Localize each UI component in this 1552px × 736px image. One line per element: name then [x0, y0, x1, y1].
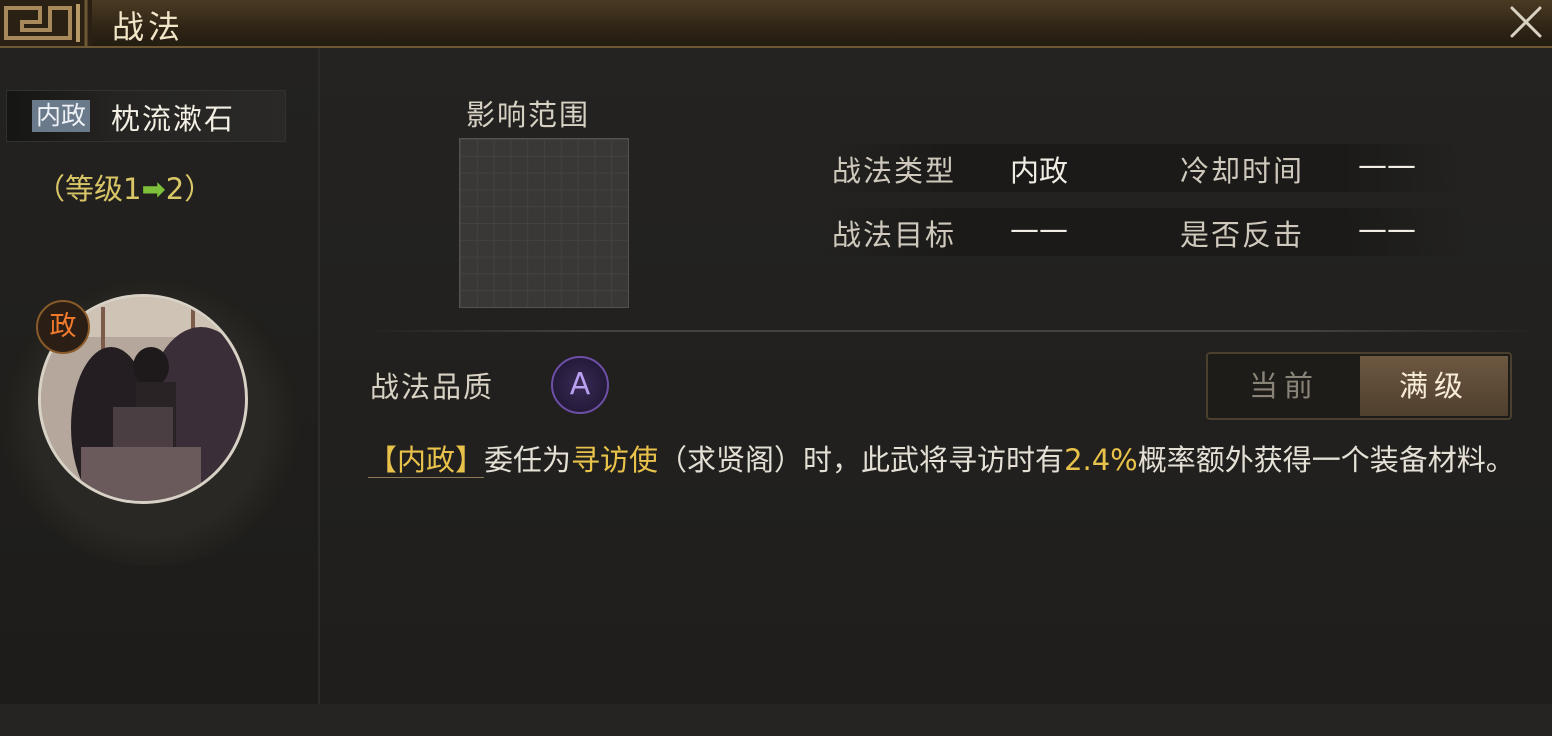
skill-info-panel: 内政 枕流漱石 （等级1➡2） 政 — [0, 48, 320, 704]
description-part1: 委任为 — [484, 443, 572, 477]
level-close: ） — [184, 172, 214, 206]
level-open: （等级 — [36, 172, 124, 206]
skill-target-label: 战法目标 — [832, 218, 957, 252]
cooldown-value: —— — [1358, 148, 1416, 182]
skill-type-value: 内政 — [1010, 154, 1069, 188]
skill-description: 【内政】委任为寻访使（求贤阁）时，此武将寻访时有2.4%概率额外获得一个装备材料… — [368, 436, 1528, 484]
description-highlight2: 2.4% — [1064, 443, 1138, 477]
title-ornament-icon — [0, 0, 92, 46]
quality-grade-badge: A — [551, 356, 609, 414]
description-highlight1: 寻访使 — [571, 443, 659, 477]
close-icon[interactable] — [1506, 2, 1546, 42]
divider — [360, 330, 1540, 332]
toggle-max-level-button[interactable]: 满级 — [1360, 356, 1508, 416]
title-bar: 战法 — [0, 0, 1552, 48]
level-toggle: 当前 满级 — [1206, 352, 1512, 420]
skill-name-box: 内政 枕流漱石 — [6, 90, 286, 142]
skill-level-upgrade: （等级1➡2） — [36, 166, 213, 208]
politics-badge: 政 — [36, 300, 90, 354]
description-part2: （求贤阁）时，此武将寻访时有 — [658, 443, 1065, 477]
arrow-right-icon: ➡ — [141, 172, 166, 206]
skill-type-label: 战法类型 — [832, 154, 957, 188]
range-label: 影响范围 — [466, 98, 591, 132]
counter-label: 是否反击 — [1180, 218, 1305, 252]
skill-target-value: —— — [1010, 212, 1068, 246]
toggle-current-button[interactable]: 当前 — [1210, 356, 1358, 416]
counter-value: —— — [1358, 212, 1416, 246]
bottom-strip — [0, 704, 1552, 736]
quality-label: 战法品质 — [370, 370, 495, 404]
level-from: 1 — [123, 172, 142, 206]
range-grid — [459, 138, 629, 308]
window-title: 战法 — [112, 8, 185, 46]
skill-name: 枕流漱石 — [111, 102, 236, 136]
level-to: 2 — [165, 172, 185, 206]
description-tag: 【内政】 — [368, 443, 485, 478]
skill-type-tag: 内政 — [32, 100, 91, 132]
cooldown-label: 冷却时间 — [1180, 154, 1305, 188]
description-part3: 概率额外获得一个装备材料。 — [1137, 443, 1515, 477]
